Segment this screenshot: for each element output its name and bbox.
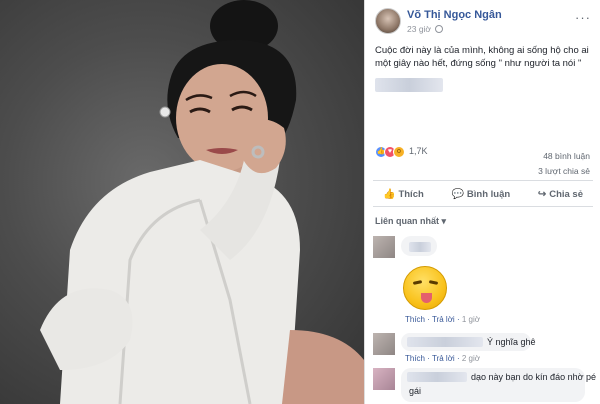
share-label: Chia sẻ (549, 188, 583, 200)
comment-bubble: dạo này bạn do kín đáo nhờ pé gái (401, 368, 596, 402)
comment-reply-link[interactable]: Trả lời (432, 354, 455, 363)
post-stats: 48 bình luận 3 lượt chia sẻ (538, 149, 590, 179)
comments-sort-dropdown[interactable]: Liên quan nhất ▾ (375, 216, 446, 227)
author-name[interactable]: Võ Thị Ngọc Ngân (407, 9, 502, 21)
sticker-eye (428, 280, 439, 285)
commenter-avatar[interactable] (373, 333, 395, 355)
comment-text-line: dạo này bạn do kín đáo nhờ pé (471, 372, 597, 382)
share-button[interactable]: ↪ Chia sẻ (528, 182, 593, 206)
post-photo[interactable] (0, 0, 364, 404)
share-count[interactable]: 3 lượt chia sẻ (538, 164, 590, 179)
globe-icon (435, 25, 444, 33)
comment-like-link[interactable]: Thích (405, 354, 425, 363)
blurred-commenter-name (407, 372, 467, 382)
comment-meta: Thích · Trả lời · 2 giờ (405, 354, 480, 363)
blurred-commenter-name (409, 241, 431, 252)
comment-reply-link[interactable]: Trả lời (432, 315, 455, 324)
thumbs-up-icon: 👍 (383, 188, 396, 200)
comment-text: Ý nghĩa ghê (487, 337, 536, 347)
divider (373, 180, 593, 181)
comment-bubble (401, 236, 437, 256)
sticker-eye (412, 280, 423, 285)
divider (373, 206, 593, 207)
tongue-out-sticker (403, 266, 447, 310)
more-options-button[interactable]: ··· (575, 10, 591, 25)
post-time-label[interactable]: 23 giờ (407, 24, 431, 34)
comment-meta: Thích · Trả lời · 1 giờ (405, 315, 480, 324)
comment-time[interactable]: 1 giờ (462, 315, 480, 324)
like-button[interactable]: 👍 Thích (373, 182, 434, 206)
speech-bubble-icon: 💬 (451, 188, 464, 200)
post-actions: 👍 Thích 💬 Bình luận ↪ Chia sẻ (373, 182, 593, 206)
blurred-text (375, 78, 443, 92)
share-arrow-icon: ↪ (537, 188, 547, 200)
like-label: Thích (398, 188, 424, 200)
comment-bubble: Ý nghĩa ghê (401, 333, 536, 351)
author-avatar[interactable] (375, 8, 401, 34)
commenter-avatar[interactable] (373, 368, 395, 390)
comment-time[interactable]: 2 giờ (462, 354, 480, 363)
comment-label: Bình luận (466, 188, 511, 200)
post-time[interactable]: 23 giờ (407, 24, 444, 34)
post-panel: Võ Thị Ngọc Ngân 23 giờ ··· Cuộc đời này… (364, 0, 600, 404)
comment-like-link[interactable]: Thích (405, 315, 425, 324)
woman-in-white-blazer-illustration (40, 0, 364, 404)
wow-reaction-icon: o (393, 146, 405, 158)
comment-text-line: gái (409, 386, 422, 396)
commenter-avatar[interactable] (373, 236, 395, 258)
post-text: Cuộc đời này là của mình, không ai sống … (375, 45, 589, 69)
post-header: Võ Thị Ngọc Ngân 23 giờ ··· (375, 6, 591, 36)
comment-button[interactable]: 💬 Bình luận (441, 182, 520, 206)
blurred-commenter-name (407, 337, 483, 347)
reaction-count[interactable]: 1,7K (409, 146, 428, 156)
sticker-tongue (421, 293, 432, 303)
comment-count[interactable]: 48 bình luận (538, 149, 590, 164)
